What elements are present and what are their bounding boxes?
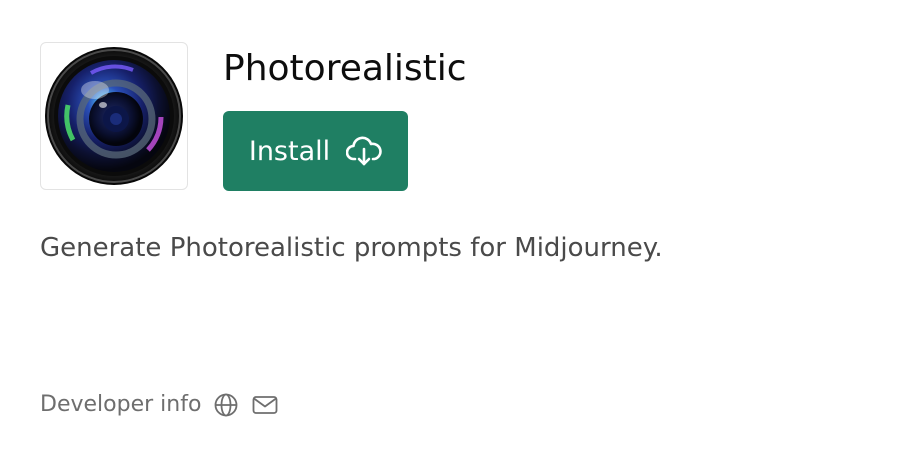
- developer-info-label: Developer info: [40, 392, 202, 417]
- camera-lens-icon: [45, 47, 183, 185]
- install-label: Install: [248, 135, 331, 167]
- plugin-card: Photorealistic Install Generate Photorea…: [0, 0, 900, 460]
- app-description: Generate Photorealistic prompts for Midj…: [40, 233, 663, 263]
- cloud-download-icon: [346, 136, 382, 166]
- app-icon: [40, 42, 188, 190]
- app-title: Photorealistic: [223, 48, 467, 89]
- install-button[interactable]: Install: [223, 111, 408, 191]
- mail-icon[interactable]: [251, 393, 279, 417]
- developer-info-row: Developer info: [40, 389, 279, 421]
- globe-icon[interactable]: [213, 392, 239, 418]
